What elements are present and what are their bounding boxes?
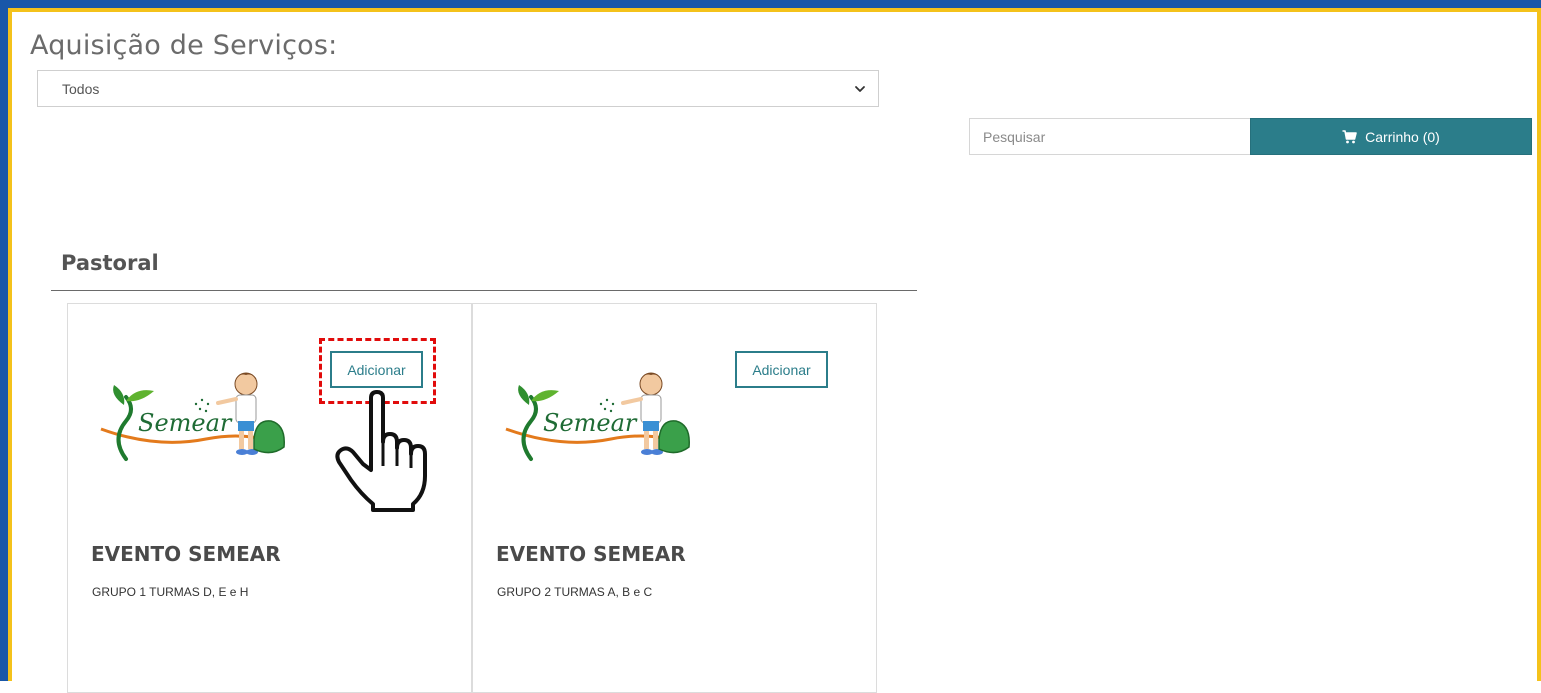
semear-logo-image: Semear bbox=[100, 372, 285, 461]
section-title: Pastoral bbox=[61, 251, 159, 275]
cart-icon bbox=[1342, 129, 1357, 143]
product-title: EVENTO SEMEAR bbox=[91, 542, 281, 566]
product-description: GRUPO 2 TURMAS A, B e C bbox=[497, 585, 653, 599]
outer-frame: Aquisição de Serviços: Todos Carrinho (0… bbox=[0, 0, 1541, 693]
add-button[interactable]: Adicionar bbox=[735, 351, 828, 388]
product-title: EVENTO SEMEAR bbox=[496, 542, 686, 566]
section-divider bbox=[51, 290, 917, 291]
chevron-down-icon bbox=[855, 85, 865, 92]
page-title: Aquisição de Serviços: bbox=[30, 30, 338, 61]
category-select-value: Todos bbox=[62, 80, 100, 97]
semear-logo-image: Semear bbox=[505, 372, 690, 461]
product-card: Semear Adicionar EVENTO SEMEAR GRUPO 1 T… bbox=[67, 303, 472, 693]
semear-logo-text: Semear bbox=[543, 409, 638, 437]
category-select[interactable]: Todos bbox=[37, 70, 879, 107]
cart-button[interactable]: Carrinho (0) bbox=[1250, 118, 1532, 155]
search-input[interactable] bbox=[969, 118, 1251, 155]
product-card: Semear Adicionar EVENTO SEMEAR GRUPO 2 T bbox=[472, 303, 877, 693]
semear-logo-text: Semear bbox=[138, 409, 233, 437]
product-description: GRUPO 1 TURMAS D, E e H bbox=[92, 585, 249, 599]
page-container: Aquisição de Serviços: Todos Carrinho (0… bbox=[8, 8, 1541, 693]
cart-button-label: Carrinho (0) bbox=[1365, 128, 1440, 145]
add-button[interactable]: Adicionar bbox=[330, 351, 423, 388]
